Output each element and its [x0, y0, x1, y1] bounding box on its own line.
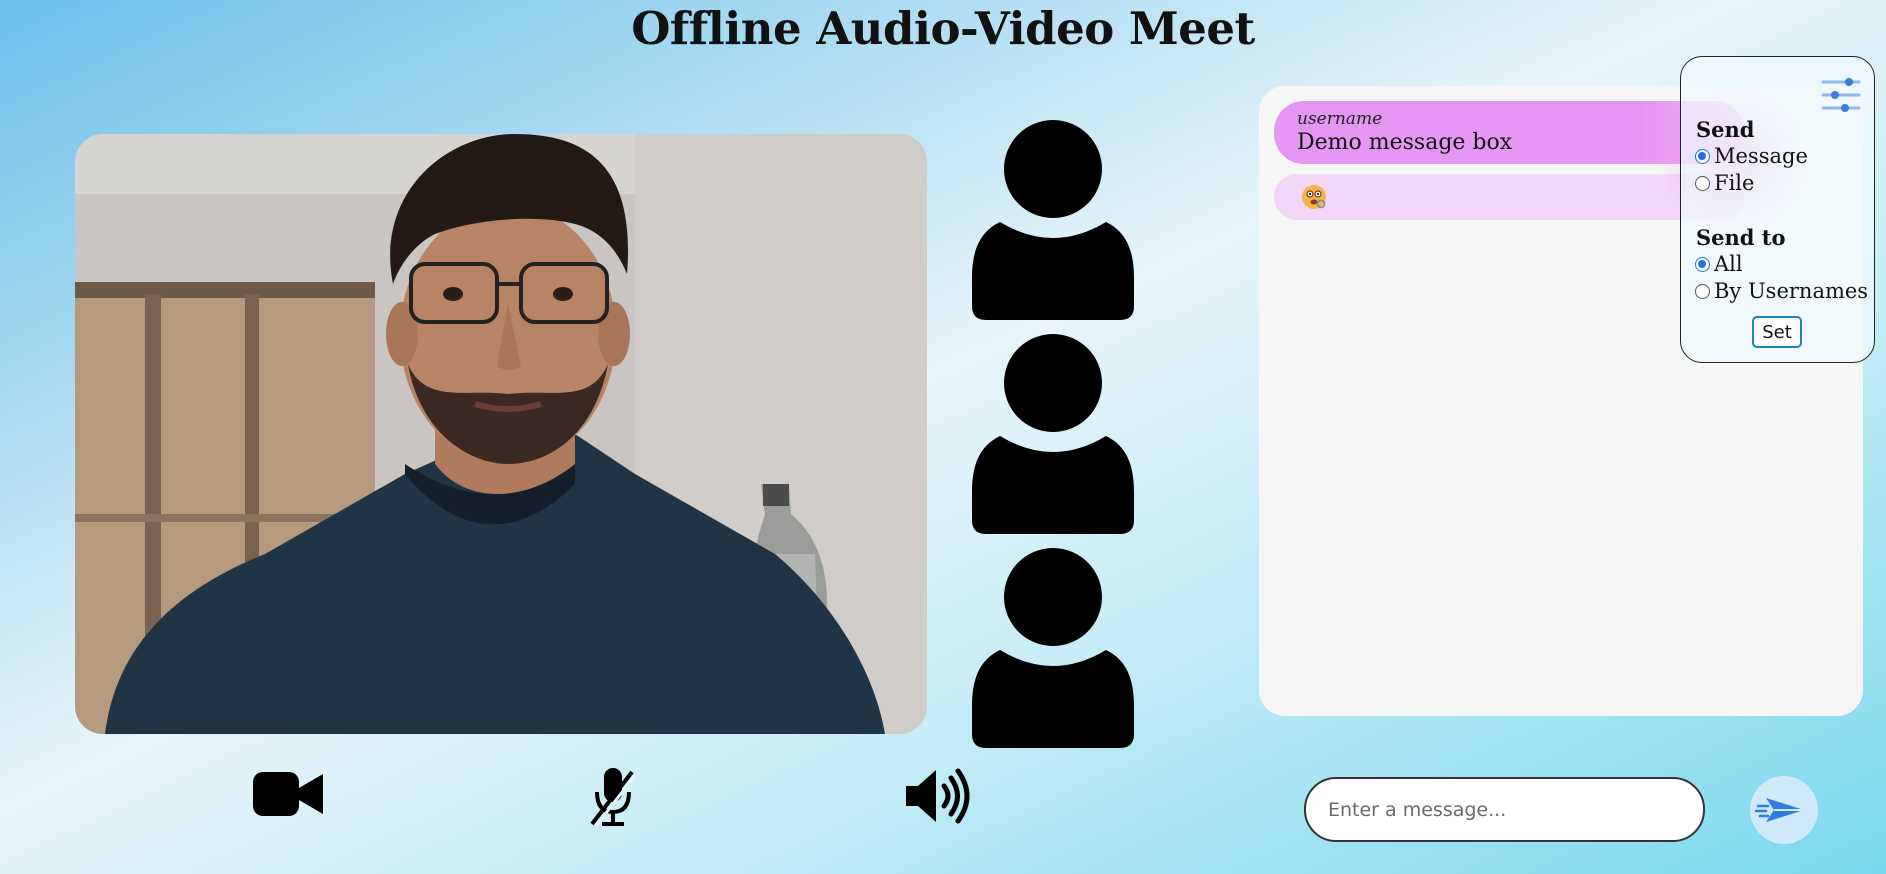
- camera-toggle-button[interactable]: [253, 766, 323, 822]
- radio-by-usernames[interactable]: [1695, 283, 1710, 299]
- radio-all[interactable]: [1695, 256, 1710, 272]
- message-text: Demo message box: [1297, 130, 1513, 155]
- microphone-muted-icon: [590, 768, 636, 827]
- send-to-option-all[interactable]: All: [1695, 252, 1743, 276]
- camera-frame-image: [75, 134, 927, 734]
- send-to-heading: Send to: [1696, 225, 1786, 250]
- radio-message[interactable]: [1695, 148, 1710, 164]
- send-option-message[interactable]: Message: [1695, 144, 1808, 168]
- user-avatar-icon: [972, 334, 1134, 534]
- participant-avatar-1: [972, 120, 1134, 320]
- set-button[interactable]: Set: [1752, 316, 1802, 348]
- radio-label-file: File: [1714, 171, 1755, 195]
- paper-plane-send-icon: [1754, 798, 1804, 822]
- participant-avatar-3: [972, 548, 1134, 748]
- send-settings-popup: Send Message File Send to All By Usernam…: [1680, 56, 1875, 363]
- face-with-monocle-emoji-icon: [1302, 185, 1326, 209]
- send-message-button[interactable]: [1750, 776, 1818, 844]
- send-option-file[interactable]: File: [1695, 171, 1754, 195]
- radio-label-message: Message: [1714, 144, 1808, 168]
- message-input[interactable]: [1304, 777, 1705, 842]
- message-username: username: [1297, 109, 1383, 129]
- speaker-toggle-button[interactable]: [906, 768, 970, 824]
- sliders-settings-icon[interactable]: [1821, 76, 1861, 114]
- radio-label-by-usernames: By Usernames: [1714, 279, 1869, 303]
- radio-label-all: All: [1714, 252, 1743, 276]
- user-avatar-icon: [972, 120, 1134, 320]
- user-avatar-icon: [972, 548, 1134, 748]
- radio-file[interactable]: [1695, 175, 1710, 191]
- participant-avatar-2: [972, 334, 1134, 534]
- microphone-toggle-button[interactable]: [590, 766, 636, 828]
- video-camera-icon: [253, 772, 323, 816]
- main-video-feed: [75, 134, 927, 734]
- page-title: Offline Audio-Video Meet: [631, 2, 1255, 55]
- send-heading: Send: [1696, 117, 1755, 142]
- speaker-volume-icon: [906, 768, 970, 824]
- send-to-option-by-usernames[interactable]: By Usernames: [1695, 279, 1868, 303]
